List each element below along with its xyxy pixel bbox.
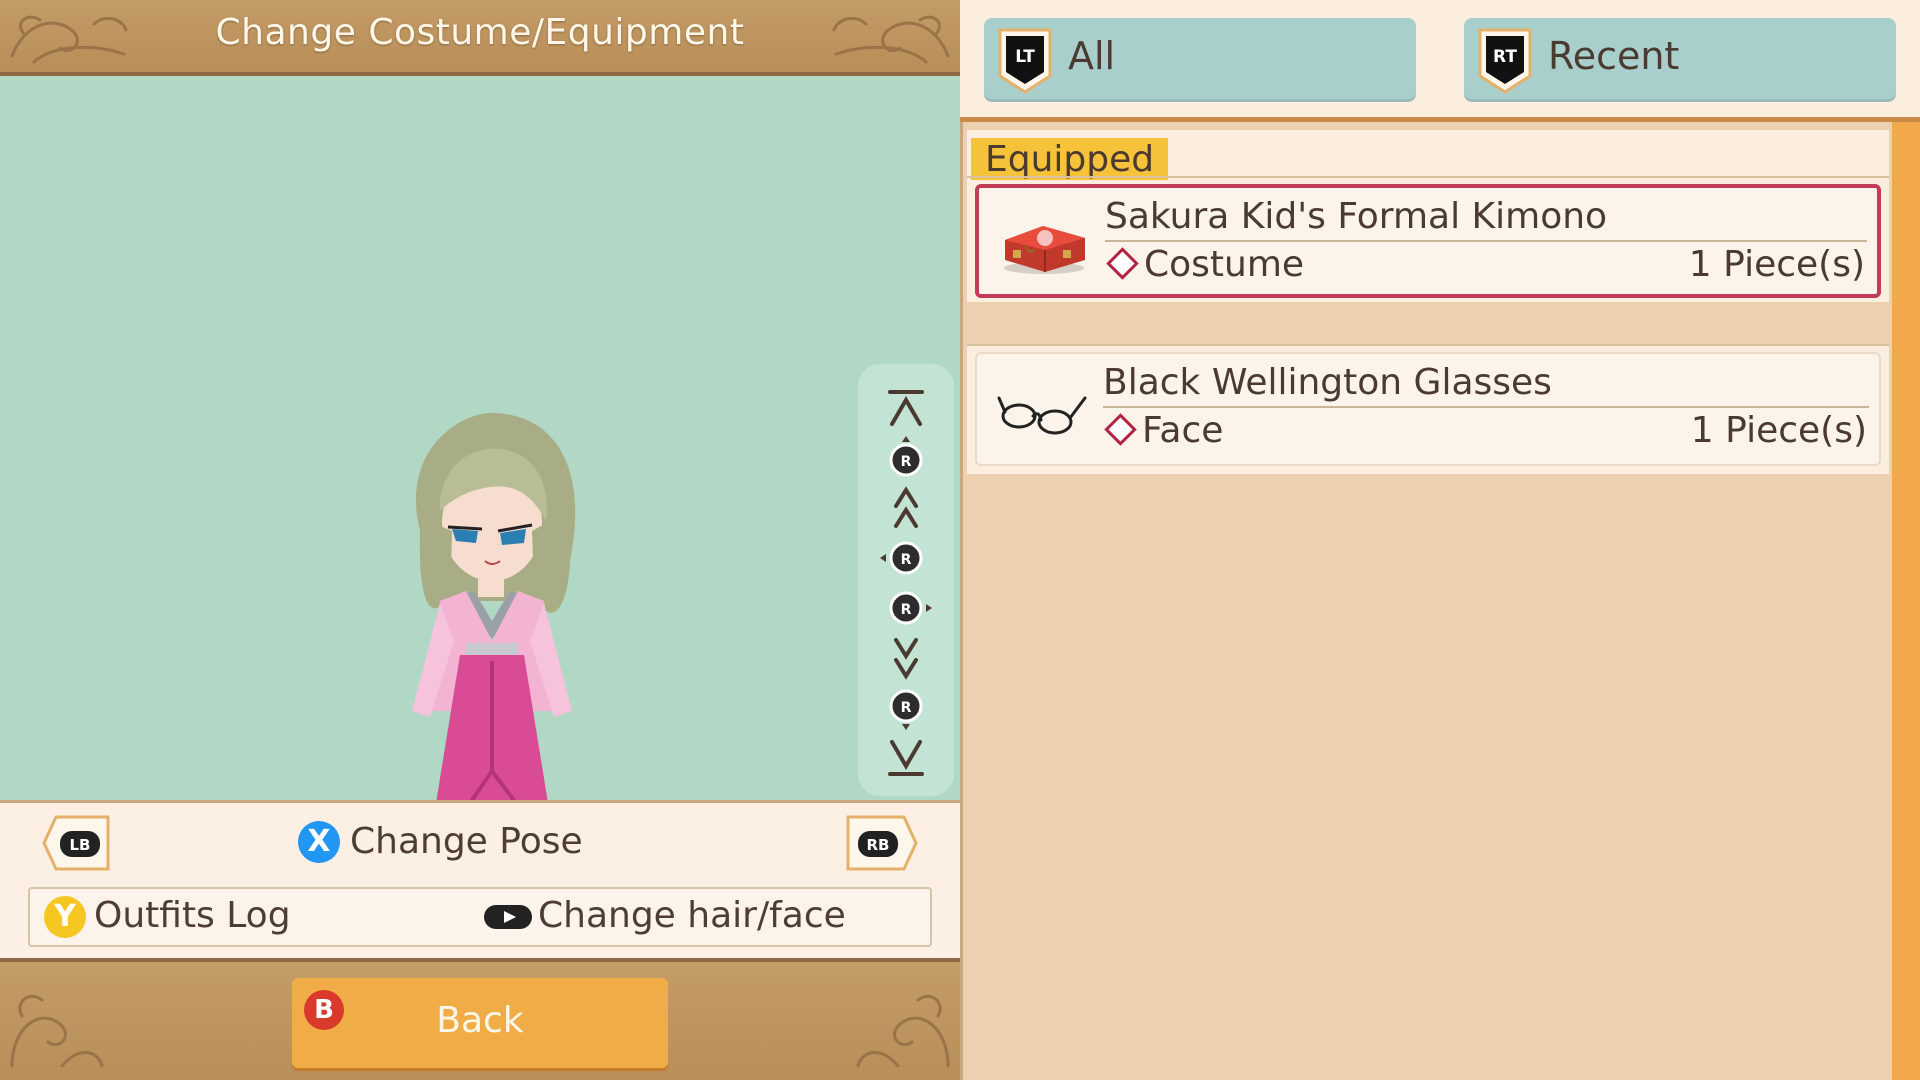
divider (967, 344, 1889, 346)
tab-recent-label: Recent (1548, 34, 1680, 78)
svg-text:R: R (901, 552, 912, 568)
diamond-icon (1106, 246, 1139, 280)
back-button[interactable]: B Back (292, 978, 668, 1068)
title-bar: Change Costume/Equipment (0, 0, 960, 76)
slot-section: Black Wellington Glasses Face 1 Piece(s) (967, 344, 1889, 474)
lb-button[interactable]: LB (42, 815, 114, 871)
glasses-icon (997, 396, 1087, 435)
x-button-icon[interactable]: X (298, 821, 340, 863)
rt-badge-icon: RT (1478, 28, 1532, 94)
lt-badge-icon: LT (998, 28, 1052, 94)
svg-text:R: R (901, 454, 912, 470)
tab-recent[interactable]: RT Recent (1464, 18, 1896, 102)
item-divider (1103, 406, 1869, 408)
move-to-bottom-icon[interactable] (876, 736, 936, 780)
y-button-icon[interactable]: Y (44, 896, 86, 938)
item-category-label: Costume (1144, 244, 1305, 285)
svg-text:RT: RT (1493, 47, 1517, 67)
tab-all-label: All (1068, 34, 1116, 78)
item-count: 1 Piece(s) (1690, 410, 1867, 451)
character-preview[interactable]: R R R R (0, 76, 960, 827)
zoom-out-icon[interactable] (876, 636, 936, 680)
stick-left-icon[interactable]: R (876, 536, 936, 580)
stick-down-icon[interactable]: R (876, 686, 936, 730)
diamond-icon (1104, 412, 1137, 446)
right-stick-icon[interactable] (484, 903, 532, 931)
item-name: Sakura Kid's Formal Kimono (1105, 196, 1608, 237)
item-category: Face (1103, 410, 1223, 451)
scrollbar[interactable] (1892, 122, 1920, 1080)
item-list[interactable]: Equipped Sakura Kid's Formal Kimono Cost… (960, 122, 1920, 1080)
zoom-in-icon[interactable] (876, 486, 936, 530)
tab-all[interactable]: LT All (984, 18, 1416, 102)
tab-bar: LT All RT Recent (960, 0, 1920, 122)
svg-text:R: R (901, 700, 912, 716)
change-hair-face-label[interactable]: Change hair/face (538, 895, 846, 936)
bottom-right-ornament-icon (856, 994, 950, 1068)
equipped-label: Equipped (971, 138, 1169, 180)
stick-up-icon[interactable]: R (876, 436, 936, 480)
page-title: Change Costume/Equipment (215, 12, 745, 53)
divider (967, 176, 1889, 178)
item-divider (1105, 240, 1867, 242)
controls-strip: LB X Change Pose RB Y Outfits Log Change… (0, 800, 960, 958)
right-panel: LT All RT Recent Equipped Sakura Kid's F… (960, 0, 1920, 1080)
svg-text:RB: RB (867, 836, 890, 854)
svg-text:R: R (901, 602, 912, 618)
rb-button[interactable]: RB (846, 815, 918, 871)
outfits-log-label[interactable]: Outfits Log (94, 895, 291, 936)
item-card-glasses[interactable]: Black Wellington Glasses Face 1 Piece(s) (975, 352, 1881, 466)
back-button-label: Back (436, 1000, 524, 1041)
svg-text:LT: LT (1015, 47, 1035, 67)
bottom-left-ornament-icon (10, 994, 104, 1068)
equipped-section: Equipped Sakura Kid's Formal Kimono Cost… (967, 130, 1889, 302)
kimono-box-icon (1004, 226, 1085, 274)
log-bar: Y Outfits Log Change hair/face (28, 887, 932, 947)
item-category: Costume (1105, 244, 1304, 285)
item-count: 1 Piece(s) (1688, 244, 1865, 285)
bottom-bar: B Back (0, 958, 960, 1080)
stick-right-icon[interactable]: R (876, 586, 936, 630)
left-panel: Change Costume/Equipment R R R R LB X Ch… (0, 0, 960, 1080)
item-card-kimono[interactable]: Sakura Kid's Formal Kimono Costume 1 Pie… (975, 184, 1881, 298)
item-category-label: Face (1142, 410, 1224, 451)
move-to-top-icon[interactable] (876, 386, 936, 430)
character-model[interactable] (400, 411, 590, 851)
item-name: Black Wellington Glasses (1103, 362, 1552, 403)
change-pose-label[interactable]: Change Pose (350, 821, 583, 862)
camera-controls: R R R R (858, 364, 954, 796)
svg-text:LB: LB (70, 836, 91, 854)
